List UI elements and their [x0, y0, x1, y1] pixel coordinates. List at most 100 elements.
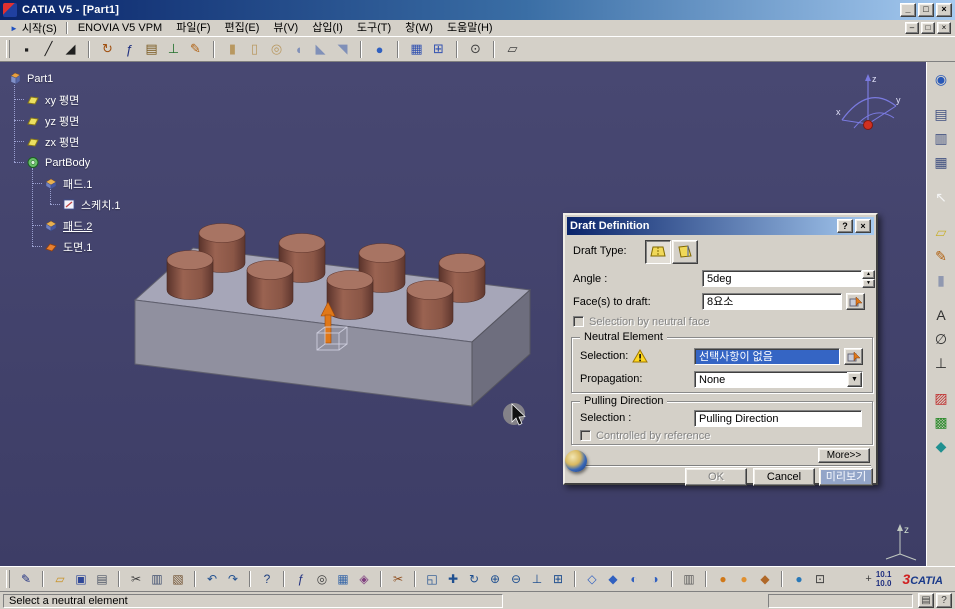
pulling-selection-field[interactable]: Pulling Direction	[694, 410, 862, 427]
menu-file[interactable]: 파일(F)	[169, 21, 217, 36]
earth-icon[interactable]: ●	[789, 569, 809, 589]
faces-to-draft-field[interactable]: 8요소	[702, 293, 842, 310]
layout-view-icon[interactable]: ▦	[930, 151, 952, 173]
trim-icon[interactable]: ✂	[388, 569, 408, 589]
menu-help[interactable]: 도움말(H)	[440, 21, 500, 36]
angle-field[interactable]: 5deg	[702, 270, 862, 287]
grid-icon[interactable]: ▦	[406, 39, 427, 60]
chamfer-icon[interactable]: ◣	[310, 39, 331, 60]
menu-insert[interactable]: 삽입(I)	[305, 21, 350, 36]
constraints-icon[interactable]: ⊥	[163, 39, 184, 60]
more-button[interactable]: More>>	[818, 448, 870, 463]
pocket-icon[interactable]: ▯	[244, 39, 265, 60]
rotate-icon[interactable]: ↻	[464, 569, 484, 589]
draft-type-variable-button[interactable]	[672, 240, 698, 264]
minimize-button[interactable]: _	[900, 3, 916, 17]
propagation-dropdown[interactable]: None	[694, 371, 863, 388]
pad-icon[interactable]: ▮	[222, 39, 243, 60]
sphere-icon[interactable]: ●	[369, 39, 390, 60]
maximize-button[interactable]: □	[918, 3, 934, 17]
toolbar-grip[interactable]	[6, 40, 10, 58]
spin-up-icon[interactable]: ▲	[862, 270, 875, 279]
draft-angle-icon[interactable]: ◥	[332, 39, 353, 60]
zoom-out-icon[interactable]: ⊖	[506, 569, 526, 589]
menu-window[interactable]: 창(W)	[398, 21, 440, 36]
menu-enovia[interactable]: ENOVIA V5 VPM	[71, 21, 169, 36]
spin-down-icon[interactable]: ▼	[862, 279, 875, 288]
drafting-icon[interactable]: ▱	[502, 39, 523, 60]
save-icon[interactable]: ▣	[71, 569, 91, 589]
doc-minimize-button[interactable]: –	[905, 22, 919, 34]
pad-icon[interactable]: ▮	[930, 269, 952, 291]
toolbar-grip[interactable]	[6, 570, 10, 588]
frame-box-icon[interactable]: ⊡	[810, 569, 830, 589]
shading-icon[interactable]: ◆	[603, 569, 623, 589]
swap-visible-icon[interactable]: ◑	[645, 569, 665, 589]
workbench-icon[interactable]: ◉	[930, 68, 952, 90]
paste-icon[interactable]: ▧	[168, 569, 188, 589]
formula-icon[interactable]: ƒ	[119, 39, 140, 60]
cancel-button[interactable]: Cancel	[753, 468, 815, 486]
pan-icon[interactable]: ✚	[443, 569, 463, 589]
3d-compass[interactable]: z y x	[830, 70, 905, 138]
menu-tools[interactable]: 도구(T)	[350, 21, 398, 36]
status-help-icon[interactable]: ?	[936, 593, 952, 608]
hide-show-icon[interactable]: ◐	[624, 569, 644, 589]
zoom-in-icon[interactable]: ⊕	[485, 569, 505, 589]
fit-all-icon[interactable]: ◱	[422, 569, 442, 589]
print-icon[interactable]: ▤	[92, 569, 112, 589]
measure-icon[interactable]: ∅	[930, 328, 952, 350]
menu-start[interactable]: ► 시작(S)	[4, 21, 63, 36]
axis-icon[interactable]: ⊥	[930, 352, 952, 374]
status-doc-icon[interactable]: ▤	[918, 593, 934, 608]
dialog-close-button[interactable]: ×	[855, 219, 871, 233]
cut-icon[interactable]: ✂	[126, 569, 146, 589]
shaft-icon[interactable]: ◎	[266, 39, 287, 60]
selection-by-neutral-face-checkbox[interactable]	[573, 316, 584, 327]
macro-icon[interactable]: ◈	[354, 569, 374, 589]
fillet-icon[interactable]: ◖	[288, 39, 309, 60]
undo-icon[interactable]: ↶	[202, 569, 222, 589]
dialog-title-bar[interactable]: Draft Definition ? ×	[567, 217, 874, 235]
close-button[interactable]: ×	[936, 3, 952, 17]
menu-view[interactable]: 뷰(V)	[266, 21, 305, 36]
draft-type-constant-button[interactable]	[645, 240, 671, 264]
stopwatch-icon[interactable]: ●	[713, 569, 733, 589]
multi-view-icon[interactable]: ⊞	[548, 569, 568, 589]
update-icon[interactable]: ↻	[97, 39, 118, 60]
binoculars-icon[interactable]: ◎	[312, 569, 332, 589]
neutral-selection-field[interactable]: 선택사항이 없음	[694, 348, 840, 365]
grid-table-icon[interactable]: ▦	[333, 569, 353, 589]
command-input[interactable]	[768, 594, 913, 608]
pointer-tool-icon[interactable]: ▪	[16, 39, 37, 60]
printer-icon[interactable]: ▥	[679, 569, 699, 589]
material-green-icon[interactable]: ▩	[930, 411, 952, 433]
plane-icon[interactable]: ▱	[930, 221, 952, 243]
snap-grid-icon[interactable]: ⊞	[428, 39, 449, 60]
material-jug-icon[interactable]: ◆	[755, 569, 775, 589]
sketcher-icon[interactable]: ✎	[185, 39, 206, 60]
wireframe-icon[interactable]: ◇	[582, 569, 602, 589]
ok-button[interactable]: OK	[685, 468, 747, 486]
catalog-cyan-icon[interactable]: ◆	[930, 435, 952, 457]
faces-select-button[interactable]	[846, 293, 865, 310]
dialog-help-button[interactable]: ?	[837, 219, 853, 233]
preview-button[interactable]: 미리보기	[819, 468, 873, 486]
text-abc-icon[interactable]: A	[930, 304, 952, 326]
sketch-icon[interactable]: ✎	[930, 245, 952, 267]
help-pointer-icon[interactable]: ?	[257, 569, 277, 589]
catalog-icon[interactable]: ▤	[141, 39, 162, 60]
title-bar[interactable]: CATIA V5 - [Part1] _□×	[0, 0, 955, 20]
neutral-select-button[interactable]	[844, 348, 863, 365]
propagation-dropdown-arrow-icon[interactable]: ▼	[847, 372, 862, 387]
doc-restore-button[interactable]: □	[921, 22, 935, 34]
normal-view-icon[interactable]: ⊥	[527, 569, 547, 589]
pen-icon[interactable]: ✎	[16, 569, 36, 589]
redo-icon[interactable]: ↷	[223, 569, 243, 589]
window-view-icon[interactable]: ▥	[930, 127, 952, 149]
select-arrow-icon[interactable]: ↖	[930, 186, 952, 208]
open-icon[interactable]: ▱	[50, 569, 70, 589]
material-red-icon[interactable]: ▨	[930, 387, 952, 409]
plane-tool-icon[interactable]: ◢	[60, 39, 81, 60]
doc-close-button[interactable]: ×	[937, 22, 951, 34]
